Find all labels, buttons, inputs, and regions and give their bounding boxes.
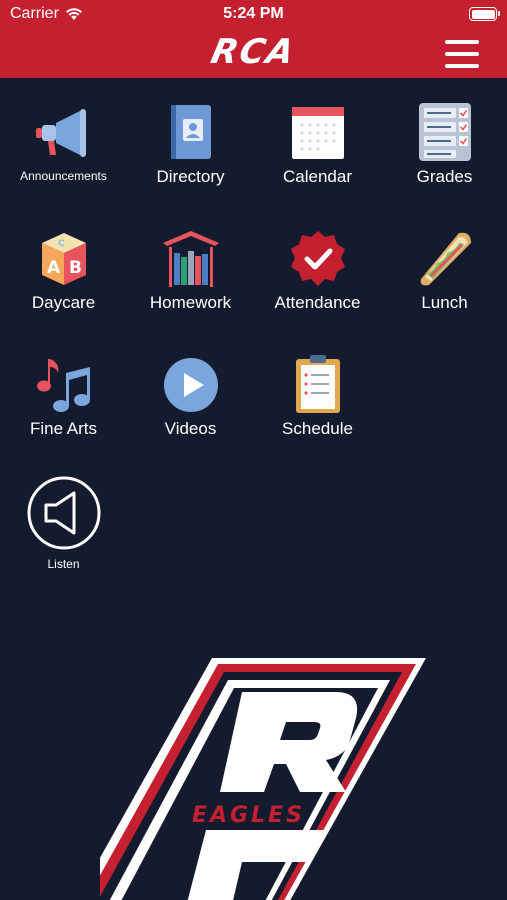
grades-checklist-icon (415, 103, 475, 163)
tile-homework[interactable]: Homework (127, 229, 254, 339)
tile-label: Attendance (274, 293, 361, 312)
address-book-icon (161, 103, 221, 163)
play-button-icon (161, 355, 221, 415)
tile-lunch[interactable]: Lunch (381, 229, 507, 339)
tile-label: Grades (416, 167, 473, 186)
tile-label: Announcements (20, 169, 107, 183)
app-header: RCA (0, 30, 507, 78)
tile-label: Directory (156, 167, 225, 186)
tile-fine-arts[interactable]: Fine Arts (0, 355, 127, 465)
status-time: 5:24 PM (223, 5, 284, 22)
tile-label: Calendar (283, 167, 352, 186)
tile-label: Homework (149, 293, 232, 312)
tile-label: Listen (47, 557, 80, 571)
tile-label: Lunch (421, 293, 468, 312)
tile-schedule[interactable]: Schedule (254, 355, 381, 465)
battery-icon (469, 7, 500, 21)
status-bar: Carrier 5:24 PM (0, 0, 507, 30)
sandwich-icon (415, 229, 475, 289)
tile-grades[interactable]: Grades (381, 103, 507, 213)
clipboard-icon (288, 355, 348, 415)
check-badge-icon (288, 229, 348, 289)
calendar-icon (288, 103, 348, 163)
speaker-icon (26, 475, 102, 551)
rca-logo: RCA (207, 32, 300, 72)
tile-daycare[interactable]: A B C Daycare (0, 229, 127, 339)
emblem-text: EAGLES (192, 803, 305, 828)
tile-announcements[interactable]: Announcements (0, 103, 127, 213)
svg-text:A: A (47, 258, 61, 278)
tile-label: Videos (164, 419, 217, 438)
eagles-emblem-logo: EAGLES (76, 652, 440, 900)
hamburger-menu-icon[interactable] (445, 40, 479, 68)
tile-calendar[interactable]: Calendar (254, 103, 381, 213)
tile-listen[interactable]: Listen (0, 476, 127, 589)
tile-attendance[interactable]: Attendance (254, 229, 381, 339)
tile-label: Daycare (31, 293, 96, 312)
tile-label: Fine Arts (29, 419, 98, 438)
svg-text:C: C (58, 239, 65, 249)
tile-label: Schedule (282, 419, 353, 438)
megaphone-icon (34, 103, 94, 163)
abc-blocks-icon: A B C (34, 229, 94, 289)
tile-videos[interactable]: Videos (127, 355, 254, 465)
svg-text:B: B (69, 258, 82, 278)
bookshelf-icon (161, 229, 221, 289)
tile-directory[interactable]: Directory (127, 103, 254, 213)
music-notes-icon (34, 355, 94, 415)
